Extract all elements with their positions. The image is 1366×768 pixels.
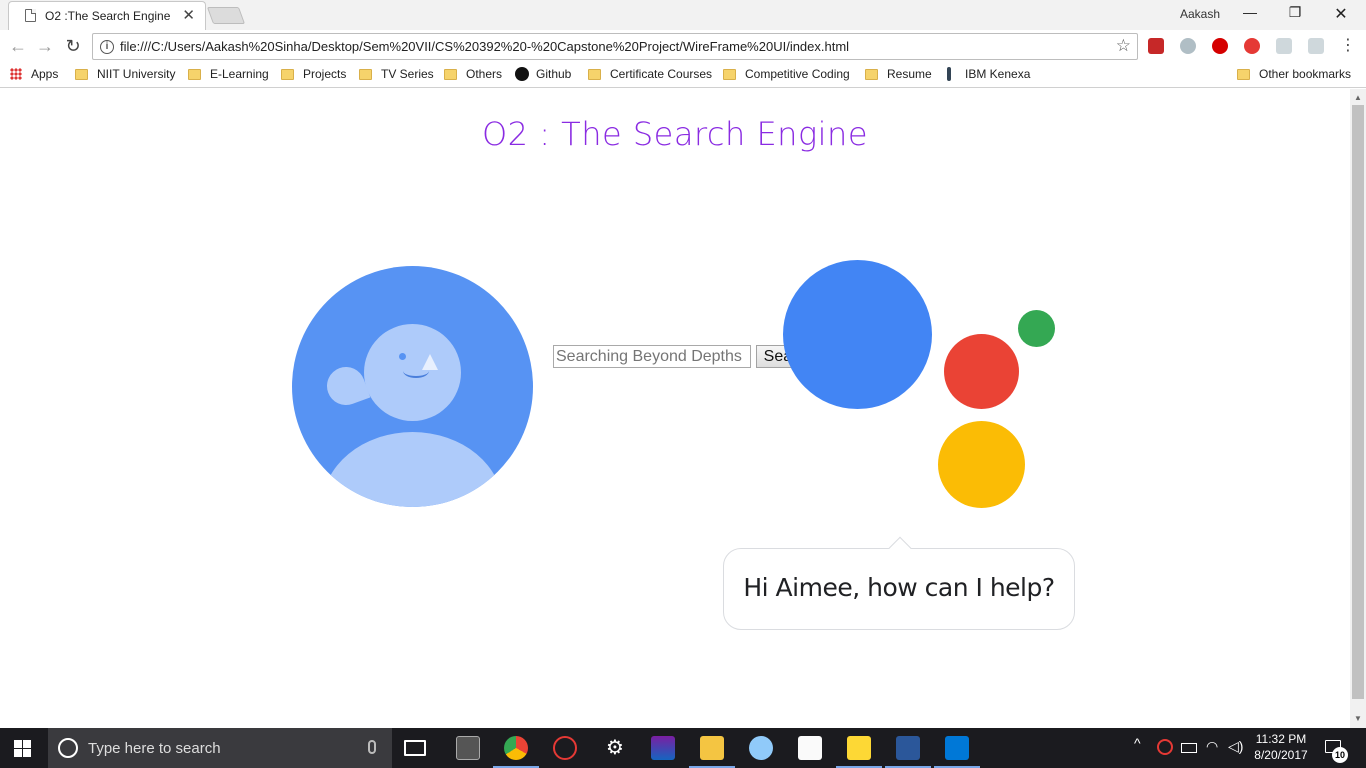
folder-icon	[865, 68, 878, 80]
wifi-icon[interactable]: ◠	[1206, 738, 1218, 755]
bookmark-item[interactable]: Projects	[281, 67, 346, 81]
other-bookmarks[interactable]: Other bookmarks	[1237, 67, 1351, 81]
assistant-red-dot	[944, 334, 1019, 409]
scrollbar-thumb[interactable]	[1352, 105, 1364, 699]
assistant-blue-dot	[783, 260, 932, 409]
info-icon[interactable]: i	[100, 40, 114, 54]
bookmark-item[interactable]: TV Series	[359, 67, 434, 81]
user-avatar-illustration	[292, 266, 533, 507]
restore-button[interactable]: ❐	[1272, 4, 1318, 21]
folder-icon	[723, 68, 736, 80]
bookmark-item[interactable]: Competitive Coding	[723, 67, 850, 81]
vertical-scrollbar[interactable]: ▲ ▼	[1350, 89, 1366, 728]
avatar-hair	[321, 361, 371, 411]
chrome-icon[interactable]	[504, 736, 528, 760]
taskbar-search-box[interactable]: Type here to search	[48, 728, 392, 768]
github-icon	[515, 67, 529, 81]
battery-icon[interactable]	[1181, 743, 1197, 753]
winrar-icon[interactable]	[651, 736, 675, 760]
bookmark-item[interactable]: Resume	[865, 67, 932, 81]
windows-taskbar: Type here to search ⚙ ^ ◠ ◁) 11:32 PM 8/…	[0, 728, 1366, 768]
tab-strip: O2 :The Search Engine ✕ Aakash — ❐ ✕	[0, 0, 1366, 30]
bookmark-item[interactable]: Others	[444, 67, 502, 81]
pdf-icon[interactable]	[1276, 38, 1292, 54]
menu-icon[interactable]: ⋮	[1337, 36, 1359, 56]
taskbar-search-placeholder: Type here to search	[88, 740, 221, 757]
back-button[interactable]: ←	[7, 36, 29, 56]
extension-red-icon[interactable]	[1148, 38, 1164, 54]
folder-icon	[75, 68, 88, 80]
scroll-up-icon[interactable]: ▲	[1354, 93, 1362, 102]
volume-icon[interactable]: ◁)	[1228, 738, 1243, 755]
folder-icon	[1237, 68, 1250, 80]
bookmark-item[interactable]: Certificate Courses	[588, 67, 712, 81]
clock-date: 8/20/2017	[1254, 748, 1308, 762]
bookmark-item[interactable]: E-Learning	[188, 67, 269, 81]
folder-icon	[359, 68, 372, 80]
python-file-icon[interactable]	[798, 736, 822, 760]
tray-chevron-icon[interactable]: ^	[1134, 735, 1141, 751]
page-icon	[25, 9, 36, 22]
opera-icon[interactable]	[1244, 38, 1260, 54]
browser-toolbar: ← → ↻ i file:///C:/Users/Aakash%20Sinha/…	[0, 30, 1366, 62]
apps-bookmark[interactable]: Apps	[10, 67, 58, 81]
security-app-icon[interactable]	[553, 736, 577, 760]
assistant-green-dot	[1018, 310, 1055, 347]
search-input[interactable]	[553, 345, 751, 368]
cortana-icon	[58, 738, 78, 758]
page-viewport: O2 : The Search Engine Search Hi Aimee, …	[0, 89, 1350, 728]
avatar-eye	[399, 353, 406, 360]
browser-tab[interactable]: O2 :The Search Engine ✕	[8, 1, 206, 30]
reload-button[interactable]: ↻	[62, 36, 84, 56]
profile-name[interactable]: Aakash	[1180, 7, 1220, 21]
assistant-yellow-dot	[938, 421, 1025, 508]
ibm-icon	[947, 67, 951, 81]
address-bar[interactable]: i file:///C:/Users/Aakash%20Sinha/Deskto…	[92, 33, 1138, 60]
url-text[interactable]: file:///C:/Users/Aakash%20Sinha/Desktop/…	[120, 39, 849, 54]
notification-count-badge: 10	[1332, 747, 1348, 763]
bubble-tail	[888, 536, 912, 560]
word-icon[interactable]	[896, 736, 920, 760]
calculator-icon[interactable]	[456, 736, 480, 760]
paint-icon[interactable]	[749, 736, 773, 760]
bookmark-item[interactable]: NIIT University	[75, 67, 175, 81]
tab-title: O2 :The Search Engine	[45, 9, 171, 23]
apps-grid-icon	[10, 68, 22, 80]
assistant-message: Hi Aimee, how can I help?	[743, 573, 1055, 602]
avatar-mouth	[403, 364, 429, 378]
adblock-icon[interactable]	[1212, 38, 1228, 54]
vscode-icon[interactable]	[945, 736, 969, 760]
folder-icon	[588, 68, 601, 80]
task-view-icon[interactable]	[404, 740, 426, 756]
bookmarks-bar: Apps NIIT University E-Learning Projects…	[0, 62, 1366, 88]
windows-start-icon[interactable]	[14, 740, 31, 757]
scroll-down-icon[interactable]: ▼	[1354, 714, 1362, 723]
new-tab-button[interactable]	[206, 7, 246, 24]
drive-icon[interactable]	[1308, 38, 1324, 54]
bookmark-item[interactable]: Github	[515, 67, 571, 81]
forward-button[interactable]: →	[34, 36, 56, 56]
minimize-button[interactable]: —	[1227, 4, 1273, 20]
microphone-icon[interactable]	[368, 740, 376, 754]
file-explorer-icon[interactable]	[700, 736, 724, 760]
settings-gear-icon[interactable]: ⚙	[603, 736, 627, 760]
sticky-notes-icon[interactable]	[847, 736, 871, 760]
folder-icon	[281, 68, 294, 80]
system-clock[interactable]: 11:32 PM 8/20/2017	[1246, 731, 1316, 763]
assistant-speech-bubble: Hi Aimee, how can I help?	[723, 536, 1075, 630]
folder-icon	[188, 68, 201, 80]
avatar-body	[322, 432, 503, 507]
close-window-button[interactable]: ✕	[1318, 4, 1364, 24]
clock-time: 11:32 PM	[1255, 732, 1307, 746]
close-tab-icon[interactable]: ✕	[182, 6, 195, 24]
bookmark-item[interactable]: IBM Kenexa	[947, 67, 1030, 81]
folder-icon	[444, 68, 457, 80]
page-title: O2 : The Search Engine	[481, 115, 869, 153]
skype-icon[interactable]	[1180, 38, 1196, 54]
bookmark-star-icon[interactable]: ☆	[1116, 36, 1131, 56]
tray-security-icon[interactable]	[1157, 739, 1173, 755]
